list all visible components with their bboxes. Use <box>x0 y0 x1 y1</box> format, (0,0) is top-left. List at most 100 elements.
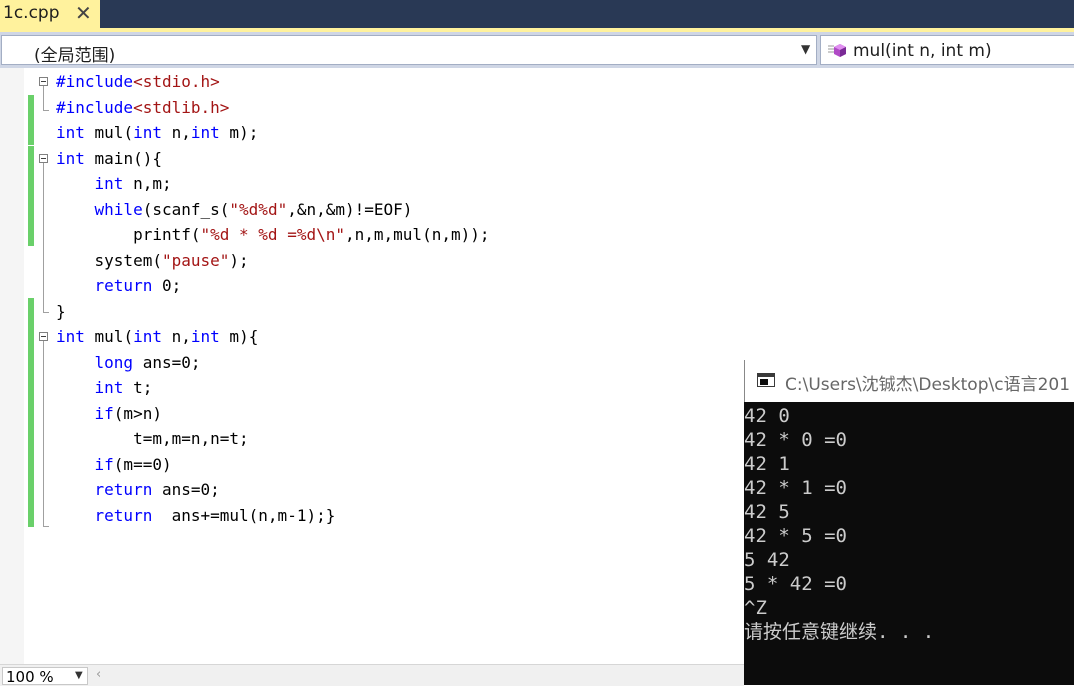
collapse-toggle[interactable] <box>39 77 48 86</box>
code-token: ans=0; <box>133 352 201 372</box>
code-line[interactable]: return ans+=mul(n,m-1);} <box>56 503 336 528</box>
code-token: int <box>94 378 124 397</box>
code-token: long <box>94 352 134 372</box>
code-token: printf( <box>56 225 201 244</box>
console-line: ^Z <box>744 597 767 619</box>
console-line: 42 0 <box>744 405 790 427</box>
code-line[interactable]: if(m>n) <box>56 401 162 426</box>
console-titlebar[interactable]: C:\Users\沈铖杰\Desktop\c语言201 <box>744 360 1074 402</box>
code-token: main(){ <box>84 148 162 168</box>
method-icon <box>828 44 846 57</box>
code-token: ,n,m,mul(n,m)); <box>345 225 490 244</box>
code-line[interactable]: return ans=0; <box>56 477 220 502</box>
document-tabstrip: 1c.cpp ✕ <box>0 0 1074 28</box>
code-token: n,m; <box>123 174 172 193</box>
code-token: n, <box>161 123 191 142</box>
console-title: C:\Users\沈铖杰\Desktop\c语言201 <box>785 375 1071 395</box>
console-line: 42 5 <box>744 501 790 523</box>
code-line[interactable]: system("pause"); <box>56 248 249 273</box>
member-dropdown[interactable]: mul(int n, int m) <box>820 35 1074 65</box>
code-token: ans+=mul(n,m-1);} <box>152 505 336 525</box>
console-line: 42 * 5 =0 <box>744 525 847 547</box>
console-line: 5 42 <box>744 549 790 571</box>
scroll-left-icon[interactable]: ‹ <box>96 667 101 682</box>
console-line: 42 1 <box>744 453 790 475</box>
collapse-toggle[interactable] <box>39 332 48 341</box>
scope-dropdown[interactable]: (全局范围) ▼ <box>1 35 817 66</box>
code-token: 0; <box>152 276 182 295</box>
console-line: 42 * 0 =0 <box>744 429 847 451</box>
code-line[interactable]: #include<stdio.h> <box>56 69 220 94</box>
code-token: m); <box>219 123 259 142</box>
code-line[interactable]: } <box>56 299 66 324</box>
code-token: <stdlib.h> <box>133 97 230 117</box>
console-line: 请按任意键继续. . . <box>744 621 935 643</box>
tab-label: 1c.cpp <box>3 3 60 23</box>
close-icon[interactable]: ✕ <box>75 1 92 25</box>
code-line[interactable]: long ans=0; <box>56 350 201 375</box>
code-token: if <box>94 403 114 423</box>
code-token: n, <box>161 327 191 346</box>
code-line[interactable]: int main(){ <box>56 146 162 171</box>
code-token: int <box>190 327 220 346</box>
code-line[interactable]: #include<stdlib.h> <box>56 95 229 120</box>
code-token: m){ <box>219 327 259 346</box>
code-token: return <box>94 276 153 295</box>
code-line[interactable]: if(m==0) <box>56 452 172 477</box>
collapse-toggle[interactable] <box>39 154 48 163</box>
code-token: (m>n) <box>113 403 162 423</box>
code-token: mul( <box>84 327 134 346</box>
zoom-level: 100 % <box>6 668 54 686</box>
code-token: int <box>94 174 124 193</box>
outline-guide <box>43 110 49 111</box>
editor-status-strip: 100 % ▼ ‹ <box>0 664 744 686</box>
code-token: int <box>190 123 220 142</box>
code-token: t; <box>123 378 153 397</box>
code-token: ); <box>229 250 249 270</box>
outline-guide <box>43 526 49 527</box>
code-line[interactable]: int mul(int n,int m); <box>56 120 258 145</box>
code-token: t=m,m=n,n=t; <box>56 429 249 448</box>
code-token: int <box>133 327 162 346</box>
code-token: int <box>56 327 85 346</box>
code-token: ,&n,&m)!=EOF) <box>287 199 413 219</box>
code-line[interactable]: int mul(int n,int m){ <box>56 324 258 349</box>
editor-gutter <box>0 68 24 664</box>
code-token: } <box>56 301 66 321</box>
code-token: #include <box>56 72 134 91</box>
code-token: (m==0) <box>113 454 172 474</box>
console-window[interactable]: C:\Users\沈铖杰\Desktop\c语言201 42 0 42 * 0 =… <box>744 360 1074 685</box>
zoom-dropdown[interactable]: 100 % ▼ <box>2 667 88 686</box>
code-line[interactable]: return 0; <box>56 273 182 298</box>
code-token: int <box>133 123 162 142</box>
outline-guide <box>43 162 44 312</box>
navigation-bar: (全局范围) ▼ mul(int n, int m) <box>0 32 1074 68</box>
code-token: <stdio.h> <box>133 72 220 91</box>
code-line[interactable]: int t; <box>56 375 153 400</box>
console-output: 42 0 42 * 0 =0 42 1 42 * 1 =0 42 5 42 * 5 =0 5… <box>744 404 1074 644</box>
code-line[interactable]: while(scanf_s("%d%d",&n,&m)!=EOF) <box>56 197 413 222</box>
code-token: return <box>94 480 153 499</box>
outline-guide <box>43 86 44 110</box>
chevron-down-icon[interactable]: ▼ <box>75 670 83 681</box>
code-line[interactable]: int n,m; <box>56 171 172 196</box>
console-app-icon <box>757 373 775 387</box>
code-token: ans=0; <box>152 480 220 499</box>
change-bar <box>28 95 34 145</box>
code-line[interactable]: t=m,m=n,n=t; <box>56 426 249 451</box>
code-token: (scanf_s( <box>142 199 230 219</box>
code-line[interactable]: printf("%d * %d =%d\n",n,m,mul(n,m)); <box>56 222 490 247</box>
outline-guide <box>43 340 44 526</box>
code-token: if <box>94 454 114 474</box>
console-line: 5 * 42 =0 <box>744 573 847 595</box>
chevron-down-icon[interactable]: ▼ <box>801 42 810 56</box>
tab-1c-cpp[interactable]: 1c.cpp ✕ <box>0 0 100 28</box>
